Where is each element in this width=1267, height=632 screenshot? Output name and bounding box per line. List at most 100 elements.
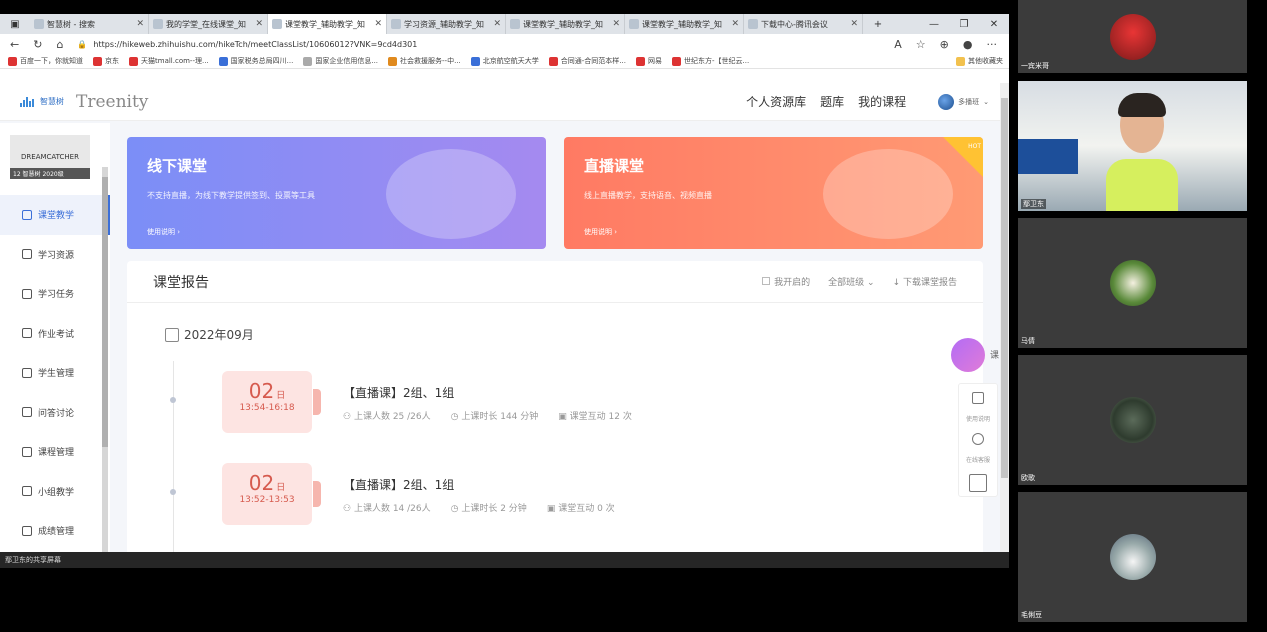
- more-icon[interactable]: ···: [987, 38, 998, 51]
- read-aloud-icon[interactable]: A: [894, 38, 902, 51]
- sidebar-item-resources[interactable]: 学习资源: [0, 235, 110, 275]
- sidebar-item-groups[interactable]: 小组教学: [0, 472, 110, 512]
- favicon-icon: [34, 19, 44, 29]
- browser-tab[interactable]: 下载中心-腾讯会议 ✕: [744, 14, 863, 34]
- bookmark-folder[interactable]: 其他收藏夹: [956, 56, 1003, 66]
- close-icon[interactable]: ✕: [493, 19, 501, 29]
- session-item[interactable]: 02 日 13:54-16:18 【直播课】2组、1组 ⚇ 上课人数 25 /26…: [167, 371, 867, 441]
- download-report-button[interactable]: ↓ 下载课堂报告: [893, 275, 957, 288]
- browser-tabbar: ▣ 智慧树 - 搜索 ✕ 我的学堂_在线课堂_知 ✕ 课堂教学_辅助教学_知 ✕ 学习…: [0, 14, 1009, 34]
- url-field[interactable]: 🔒 https://hikeweb.zhihuishu.com/hikeTch/m…: [77, 36, 880, 52]
- sidebar-item-grades[interactable]: 成绩管理: [0, 511, 110, 551]
- bookmark-item[interactable]: 北京航空航天大学: [470, 56, 539, 66]
- bookmark-item[interactable]: 世纪东方-【世纪云...: [671, 56, 749, 66]
- participant-tile[interactable]: 一宾米哥: [1018, 0, 1247, 73]
- bookmark-item[interactable]: 天猫tmall.com--理...: [129, 56, 209, 66]
- new-tab-icon[interactable]: +: [863, 19, 893, 30]
- site-header: 智慧树 Treenity 个人资源库 题库 我的课程 多播班 ⌄: [0, 83, 1009, 121]
- bookmark-icon: [93, 56, 102, 66]
- headset-icon[interactable]: [972, 433, 984, 445]
- book-icon: [22, 328, 32, 339]
- class-report-panel: 课堂报告 我开启的 全部班级 ⌄ ↓ 下载课堂报告 2022年09月 02 日 1…: [127, 261, 983, 552]
- session-title[interactable]: 【直播课】2组、1组: [343, 384, 454, 401]
- nav-resource-library[interactable]: 个人资源库: [746, 93, 806, 110]
- date-tab: [313, 481, 321, 507]
- bookmark-item[interactable]: 京东: [93, 56, 119, 66]
- checkbox-icon: [762, 277, 771, 285]
- manual-icon[interactable]: [972, 392, 984, 404]
- page-scrollbar[interactable]: [1000, 83, 1009, 552]
- participant-tile[interactable]: 毛俐豆: [1018, 492, 1247, 622]
- close-icon[interactable]: ✕: [850, 19, 858, 29]
- site-logo[interactable]: 智慧树 Treenity: [20, 92, 148, 112]
- browser-tab[interactable]: 课堂教学_辅助教学_知 ✕: [506, 14, 625, 34]
- session-title[interactable]: 【直播课】2组、1组: [343, 476, 454, 493]
- chevron-down-icon: ⌄: [983, 97, 989, 106]
- close-icon[interactable]: ✕: [136, 19, 144, 29]
- sidebar-item-course-manage[interactable]: 课程管理: [0, 432, 110, 472]
- tab-actions-icon[interactable]: ▣: [0, 19, 30, 30]
- bookmark-item[interactable]: 百度一下，你就知道: [8, 56, 83, 66]
- sidebar-item-tasks[interactable]: 学习任务: [0, 274, 110, 314]
- close-icon[interactable]: ✕: [374, 19, 382, 29]
- document-icon: [22, 249, 32, 260]
- close-icon[interactable]: ✕: [731, 19, 739, 29]
- browser-tab[interactable]: 智慧树 - 搜索 ✕: [30, 14, 149, 34]
- session-item[interactable]: 02 日 13:52-13:53 【直播课】2组、1组 ⚇ 上课人数 14 /26…: [167, 463, 867, 533]
- folder-icon: [956, 56, 965, 66]
- offline-class-banner[interactable]: 线下课堂 不支持直播，为线下教学提供签到、投票等工具 使用说明 ›: [127, 137, 546, 249]
- class-filter-select[interactable]: 全部班级 ⌄: [828, 275, 874, 288]
- sidebar-scrollbar[interactable]: [102, 167, 108, 552]
- home-icon[interactable]: ⌂: [56, 38, 63, 51]
- sidebar-item-classroom[interactable]: 课堂教学: [0, 195, 110, 235]
- browser-tab[interactable]: 学习资源_辅助教学_知 ✕: [387, 14, 506, 34]
- favicon-icon: [510, 19, 520, 29]
- session-meta: ⚇ 上课人数 25 /26人 ◷ 上课时长 144 分钟 ▣ 课堂互动 12 次: [343, 409, 632, 422]
- bookmark-item[interactable]: 国家税务总局四川...: [218, 56, 293, 66]
- back-icon[interactable]: ←: [10, 38, 19, 51]
- favicon-icon: [391, 19, 401, 29]
- mine-filter-checkbox[interactable]: 我开启的: [762, 275, 810, 288]
- bookmark-item[interactable]: 合同通-合同范本样...: [548, 56, 626, 66]
- close-icon[interactable]: ✕: [612, 19, 620, 29]
- bookmark-item[interactable]: 国家企业信用信息...: [303, 56, 378, 66]
- sidebar-item-exams[interactable]: 作业考试: [0, 314, 110, 354]
- interaction-icon: ▣: [558, 412, 567, 422]
- user-menu[interactable]: 多播班 ⌄: [938, 93, 989, 110]
- floating-assistant-button[interactable]: [951, 338, 985, 372]
- live-class-banner[interactable]: 直播课堂 线上直播教学，支持语音、视频直播 使用说明 › HOT: [564, 137, 983, 249]
- hot-badge: HOT: [943, 137, 983, 177]
- participant-video-tile[interactable]: 鄢卫东: [1018, 81, 1247, 211]
- qr-code-icon[interactable]: [969, 474, 987, 492]
- browser-tab[interactable]: 我的学堂_在线课堂_知 ✕: [149, 14, 268, 34]
- grade-icon: [22, 525, 32, 536]
- classroom-illustration: [386, 149, 516, 239]
- maximize-icon[interactable]: ❐: [949, 19, 979, 30]
- participant-tile[interactable]: 欧歌: [1018, 355, 1247, 485]
- participant-tile[interactable]: 马倩: [1018, 218, 1247, 348]
- bookmark-icon: [129, 56, 138, 66]
- browser-tab-active[interactable]: 课堂教学_辅助教学_知 ✕: [268, 14, 387, 34]
- bookmark-item[interactable]: 社会救援服务--中...: [388, 56, 461, 66]
- refresh-icon[interactable]: ↻: [33, 38, 42, 51]
- sidebar-item-qa[interactable]: 问答讨论: [0, 393, 110, 433]
- browser-tab[interactable]: 课堂教学_辅助教学_知 ✕: [625, 14, 744, 34]
- sidebar-item-students[interactable]: 学生管理: [0, 353, 110, 393]
- participant-video: [1106, 91, 1178, 211]
- date-tab: [313, 389, 321, 415]
- nav-question-bank[interactable]: 题库: [820, 93, 844, 110]
- bookmark-icon: [303, 56, 313, 66]
- course-logo: DREAMCATCHER 12 智慧树 2020级: [10, 135, 90, 179]
- window-close-icon[interactable]: ✕: [979, 19, 1009, 30]
- bookmark-icon: [671, 56, 681, 66]
- nav-my-courses[interactable]: 我的课程: [858, 93, 906, 110]
- bookmark-icon: [548, 56, 558, 66]
- favorite-icon[interactable]: ☆: [916, 38, 926, 51]
- bookmark-icon: [8, 56, 17, 66]
- minimize-icon[interactable]: —: [919, 19, 949, 30]
- profile-avatar[interactable]: ●: [963, 38, 973, 51]
- bookmark-item[interactable]: 网易: [635, 56, 662, 66]
- close-icon[interactable]: ✕: [255, 19, 263, 29]
- avatar: [938, 93, 955, 110]
- collections-icon[interactable]: ⊕: [940, 38, 949, 51]
